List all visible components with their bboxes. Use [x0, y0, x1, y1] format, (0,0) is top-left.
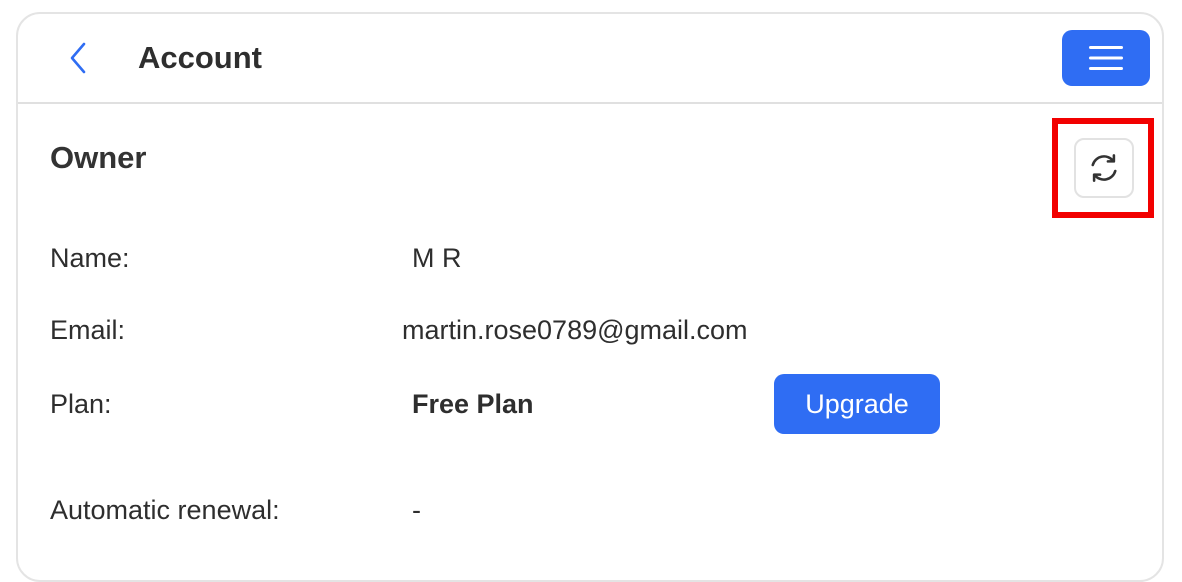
account-card: Account Owner Name: M R Email: martin.ro… — [16, 12, 1164, 582]
page-title: Account — [138, 40, 262, 75]
email-value: martin.rose0789@gmail.com — [402, 315, 748, 345]
back-button[interactable] — [58, 38, 98, 78]
name-label: Name: — [50, 243, 130, 273]
header-bar: Account — [18, 14, 1162, 104]
chevron-left-icon — [70, 42, 86, 74]
email-label: Email: — [50, 315, 126, 345]
automatic-renewal-label: Automatic renewal: — [50, 495, 280, 525]
refresh-icon — [1091, 154, 1117, 182]
hamburger-menu-icon — [1089, 46, 1123, 70]
refresh-button[interactable] — [1074, 138, 1134, 198]
menu-button[interactable] — [1062, 30, 1150, 86]
name-value: M R — [412, 243, 462, 273]
section-title-owner: Owner — [50, 140, 147, 175]
automatic-renewal-value: - — [412, 495, 421, 525]
plan-value: Free Plan — [412, 389, 534, 419]
plan-label: Plan: — [50, 389, 112, 419]
upgrade-button[interactable]: Upgrade — [774, 374, 940, 434]
